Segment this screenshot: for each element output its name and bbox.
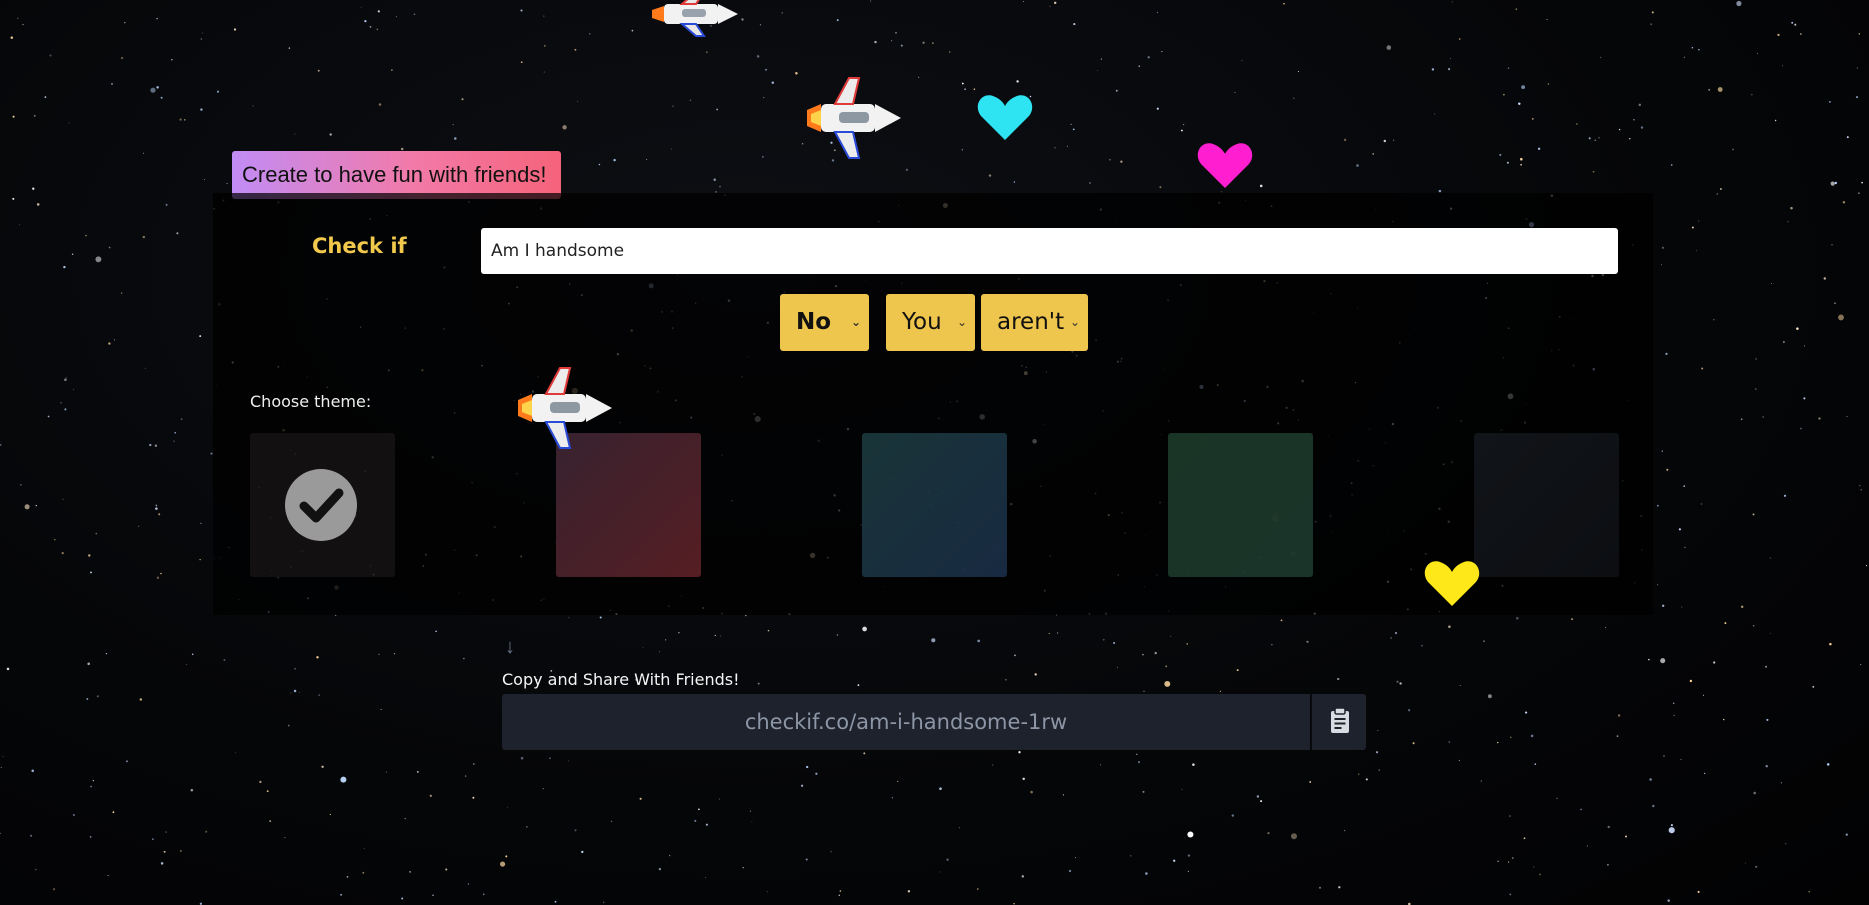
answer-select-arent[interactable]: aren't ⌄ bbox=[981, 294, 1088, 351]
heart-icon bbox=[1424, 561, 1480, 606]
share-label: Copy and Share With Friends! bbox=[502, 670, 740, 689]
answer-select-arent-value: aren't bbox=[997, 309, 1065, 335]
spaceship-icon bbox=[807, 77, 901, 159]
clipboard-icon bbox=[1331, 707, 1349, 733]
theme-option-2[interactable] bbox=[556, 433, 701, 577]
question-input[interactable] bbox=[481, 228, 1618, 274]
theme-option-5[interactable] bbox=[1474, 433, 1619, 577]
heart-icon bbox=[1197, 143, 1253, 188]
answer-select-you-value: You bbox=[902, 309, 942, 335]
check-if-label: Check if bbox=[312, 234, 407, 258]
theme-option-1[interactable] bbox=[250, 433, 395, 577]
answer-select-no[interactable]: No ⌄ bbox=[780, 294, 869, 351]
create-badge[interactable]: Create to have fun with friends! bbox=[232, 151, 561, 199]
answer-select-you[interactable]: You ⌄ bbox=[886, 294, 975, 351]
theme-option-4[interactable] bbox=[1168, 433, 1313, 577]
theme-option-3[interactable] bbox=[862, 433, 1007, 577]
check-icon bbox=[285, 469, 357, 541]
copy-link-button[interactable] bbox=[1311, 694, 1366, 750]
share-link-field[interactable]: checkif.co/am-i-handsome-1rw bbox=[502, 694, 1310, 750]
chevron-down-icon: ⌄ bbox=[956, 315, 967, 329]
spaceship-icon bbox=[652, 0, 738, 37]
chevron-down-icon: ⌄ bbox=[850, 315, 861, 329]
choose-theme-label: Choose theme: bbox=[250, 392, 372, 411]
chevron-down-icon: ⌄ bbox=[1069, 315, 1080, 329]
answer-select-no-value: No bbox=[796, 309, 832, 335]
spaceship-icon bbox=[518, 367, 612, 449]
down-arrow-icon: ↓ bbox=[505, 636, 515, 658]
heart-icon bbox=[977, 95, 1033, 140]
